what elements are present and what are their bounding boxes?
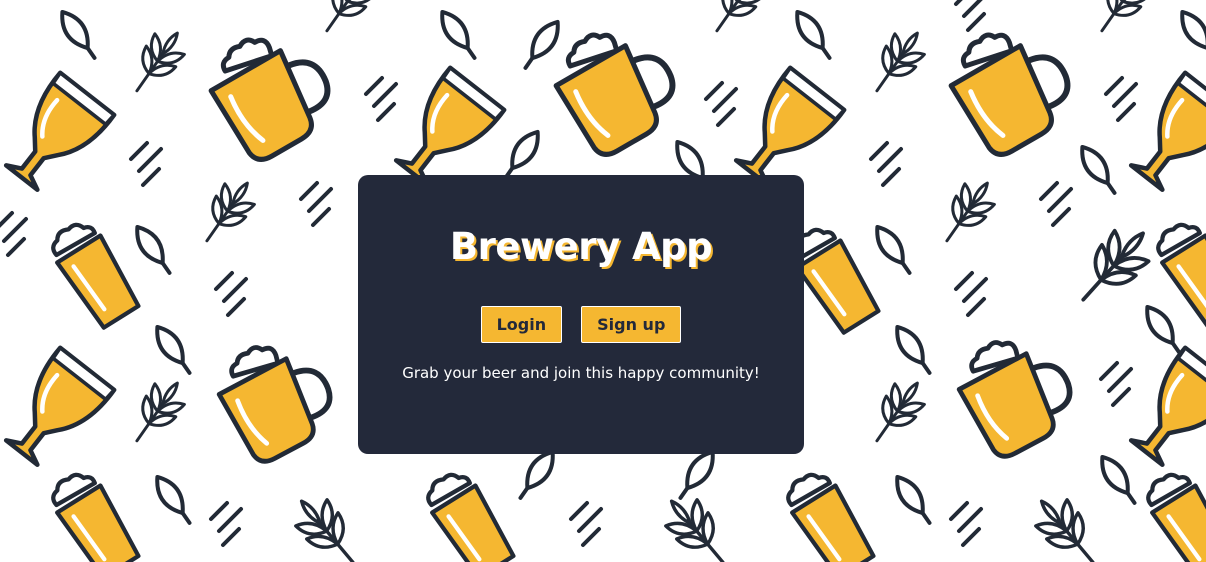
wheat-icon (1085, 0, 1159, 43)
wheat-icon (120, 371, 194, 453)
hop-leaf-icon (1093, 449, 1144, 511)
wheat-icon (654, 486, 741, 562)
wheat-icon (930, 171, 1004, 253)
dashes-decoration (209, 501, 243, 547)
hop-leaf-icon (511, 444, 562, 506)
wheat-icon (860, 21, 934, 103)
wheat-icon (310, 0, 384, 43)
wheat-icon (860, 371, 934, 453)
hop-leaf-icon (788, 4, 839, 66)
auth-button-row: Login Sign up (358, 306, 804, 343)
wheat-icon (120, 21, 194, 103)
dashes-decoration (869, 141, 903, 187)
pint-glass-icon (1139, 465, 1206, 562)
beer-mug-icon (207, 326, 345, 468)
hop-leaf-icon (1138, 299, 1189, 361)
beer-mug-icon (938, 11, 1085, 161)
hop-leaf-icon (148, 319, 199, 381)
tagline: Grab your beer and join this happy commu… (402, 364, 760, 382)
dashes-decoration (299, 181, 333, 227)
dashes-decoration (0, 211, 28, 257)
dashes-decoration (129, 141, 163, 187)
app-title: Brewery App (449, 225, 713, 268)
hop-leaf-icon (148, 469, 199, 531)
beer-glass-icon (1120, 73, 1206, 199)
dashes-decoration (1039, 181, 1073, 227)
beer-mug-icon (947, 321, 1085, 463)
hop-leaf-icon (888, 319, 939, 381)
dashes-decoration (704, 81, 738, 127)
hop-leaf-icon (128, 219, 179, 281)
hop-leaf-icon (1173, 4, 1206, 66)
dashes-decoration (569, 501, 603, 547)
hop-leaf-icon (671, 444, 722, 506)
pint-glass-icon (779, 465, 877, 562)
dashes-decoration (214, 271, 248, 317)
hop-leaf-icon (1073, 139, 1124, 201)
hop-leaf-icon (516, 14, 567, 76)
dashes-decoration (954, 271, 988, 317)
wheat-icon (1064, 216, 1162, 317)
pint-glass-icon (44, 465, 142, 562)
hop-leaf-icon (53, 4, 104, 66)
beer-glass-icon (0, 348, 114, 474)
welcome-card: Brewery App Login Sign up Grab your beer… (358, 175, 804, 454)
dashes-decoration (1104, 76, 1138, 122)
hop-leaf-icon (868, 219, 919, 281)
wheat-icon (700, 0, 774, 43)
wheat-icon (1024, 486, 1111, 562)
beer-glass-icon (1120, 348, 1206, 474)
dashes-decoration (949, 501, 983, 547)
pint-glass-icon (44, 215, 142, 330)
beer-glass-icon (0, 73, 114, 199)
login-button[interactable]: Login (480, 306, 563, 343)
beer-mug-icon (543, 11, 690, 161)
beer-mug-icon (198, 16, 345, 166)
pint-glass-icon (419, 465, 517, 562)
signup-button[interactable]: Sign up (581, 306, 682, 343)
wheat-icon (190, 171, 264, 253)
hop-leaf-icon (888, 469, 939, 531)
dashes-decoration (1099, 361, 1133, 407)
wheat-icon (284, 486, 371, 562)
dashes-decoration (954, 0, 988, 32)
hop-leaf-icon (433, 4, 484, 66)
dashes-decoration (364, 76, 398, 122)
